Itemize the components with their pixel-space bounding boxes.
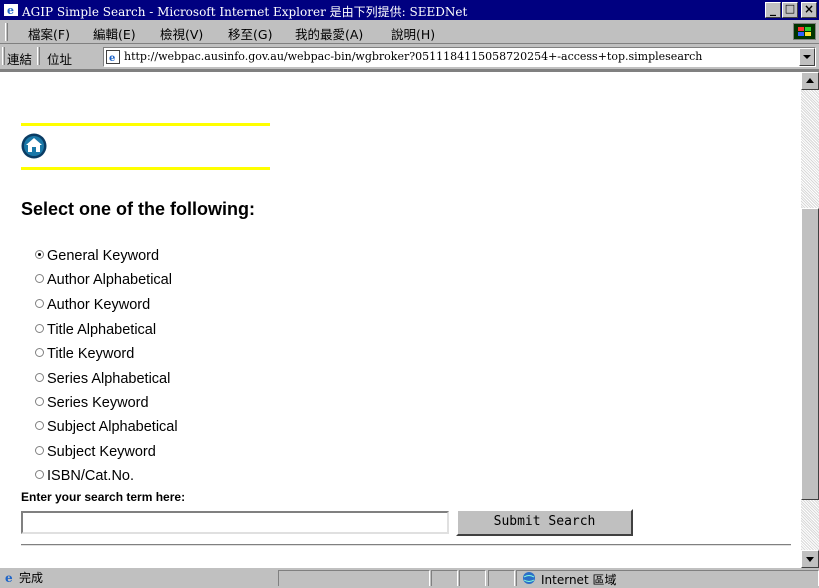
search-prompt: Enter your search term here: — [21, 490, 186, 504]
radio-button[interactable] — [35, 348, 44, 357]
menu-view[interactable]: 檢視(V) — [160, 24, 203, 43]
page-icon: e — [106, 50, 120, 64]
address-label: 位址 — [47, 52, 73, 67]
radio-button[interactable] — [35, 421, 44, 430]
option-label: Series Keyword — [47, 395, 149, 411]
scroll-up-button[interactable] — [801, 72, 819, 90]
status-zone-panel: Internet 區域 — [516, 570, 819, 587]
menu-favorites[interactable]: 我的最愛(A) — [295, 24, 363, 43]
menu-help[interactable]: 說明(H) — [391, 24, 435, 43]
ie-icon: e — [4, 4, 18, 17]
page-content: Select one of the following: General Key… — [0, 70, 819, 568]
arrow-down-icon — [806, 557, 814, 562]
scroll-down-button[interactable] — [801, 550, 819, 568]
option-label: Subject Keyword — [47, 444, 156, 460]
radio-button[interactable] — [35, 470, 44, 479]
globe-icon — [523, 572, 535, 584]
page-heading: Select one of the following: — [21, 199, 255, 219]
scroll-thumb[interactable] — [801, 208, 819, 500]
vertical-scrollbar[interactable] — [801, 72, 819, 568]
radio-option[interactable]: Subject Alphabetical — [35, 419, 178, 441]
status-text: 完成 — [19, 571, 44, 585]
status-panel — [431, 570, 458, 586]
menu-go[interactable]: 移至(G) — [228, 24, 272, 43]
radio-option[interactable]: Series Alphabetical — [35, 371, 170, 393]
radio-option[interactable]: General Keyword — [35, 248, 159, 270]
yellow-rule — [21, 123, 270, 126]
option-label: Series Alphabetical — [47, 371, 171, 387]
option-label: Subject Alphabetical — [47, 419, 178, 435]
menu-bar: 檔案(F) 編輯(E) 檢視(V) 移至(G) 我的最愛(A) 說明(H) — [0, 20, 819, 44]
chevron-down-icon — [803, 55, 811, 59]
minimize-button[interactable]: _ — [765, 2, 781, 18]
search-input[interactable] — [21, 511, 449, 534]
security-zone-label: Internet 區域 — [541, 573, 617, 587]
status-panel — [488, 570, 515, 586]
close-button[interactable]: × — [801, 2, 817, 18]
links-button[interactable]: 連結 — [7, 49, 32, 68]
radio-option[interactable]: Series Keyword — [35, 395, 149, 417]
toolbar-grip[interactable] — [37, 47, 40, 65]
radio-button[interactable] — [35, 373, 44, 382]
radio-button[interactable] — [35, 299, 44, 308]
radio-button[interactable] — [35, 397, 44, 406]
toolbar-grip[interactable] — [5, 23, 8, 41]
divider — [21, 544, 791, 546]
option-label: Title Keyword — [47, 346, 135, 362]
address-bar: 連結 位址 e http://webpac.ausinfo.gov.au/web… — [0, 44, 819, 70]
menu-edit[interactable]: 編輯(E) — [93, 24, 136, 43]
address-url: http://webpac.ausinfo.gov.au/webpac-bin/… — [124, 50, 703, 63]
windows-flag-icon — [793, 23, 816, 40]
svg-text:e: e — [7, 4, 14, 17]
menu-file[interactable]: 檔案(F) — [28, 24, 70, 43]
option-label: General Keyword — [47, 248, 160, 264]
svg-text:e: e — [5, 571, 13, 584]
option-label: Author Keyword — [47, 297, 151, 313]
option-label: Title Alphabetical — [47, 322, 157, 338]
radio-button[interactable] — [35, 446, 44, 455]
radio-option[interactable]: Author Alphabetical — [35, 272, 172, 294]
status-panel — [278, 570, 430, 586]
option-label: ISBN/Cat.No. — [47, 468, 135, 484]
maximize-button[interactable]: □ — [782, 2, 798, 18]
address-input[interactable]: e http://webpac.ausinfo.gov.au/webpac-bi… — [103, 47, 816, 67]
status-panel — [459, 570, 486, 586]
radio-option[interactable]: Title Keyword — [35, 346, 134, 368]
svg-text:e: e — [109, 53, 115, 64]
option-label: Author Alphabetical — [47, 272, 172, 288]
home-icon[interactable] — [21, 133, 47, 159]
status-bar: e 完成 Internet 區域 — [0, 568, 819, 587]
radio-button[interactable] — [35, 250, 44, 259]
title-bar: e AGIP Simple Search - Microsoft Interne… — [0, 0, 819, 20]
arrow-up-icon — [806, 78, 814, 83]
window-title: AGIP Simple Search - Microsoft Internet … — [22, 5, 468, 19]
toolbar-grip[interactable] — [2, 47, 5, 65]
radio-option[interactable]: Subject Keyword — [35, 444, 156, 466]
ie-icon: e — [3, 570, 17, 584]
radio-button[interactable] — [35, 274, 44, 283]
radio-option[interactable]: Title Alphabetical — [35, 322, 156, 344]
radio-option[interactable]: ISBN/Cat.No. — [35, 468, 134, 490]
address-dropdown-button[interactable] — [799, 48, 815, 66]
radio-option[interactable]: Author Keyword — [35, 297, 150, 319]
radio-button[interactable] — [35, 324, 44, 333]
submit-search-button[interactable]: Submit Search — [456, 509, 633, 536]
yellow-rule — [21, 167, 270, 170]
